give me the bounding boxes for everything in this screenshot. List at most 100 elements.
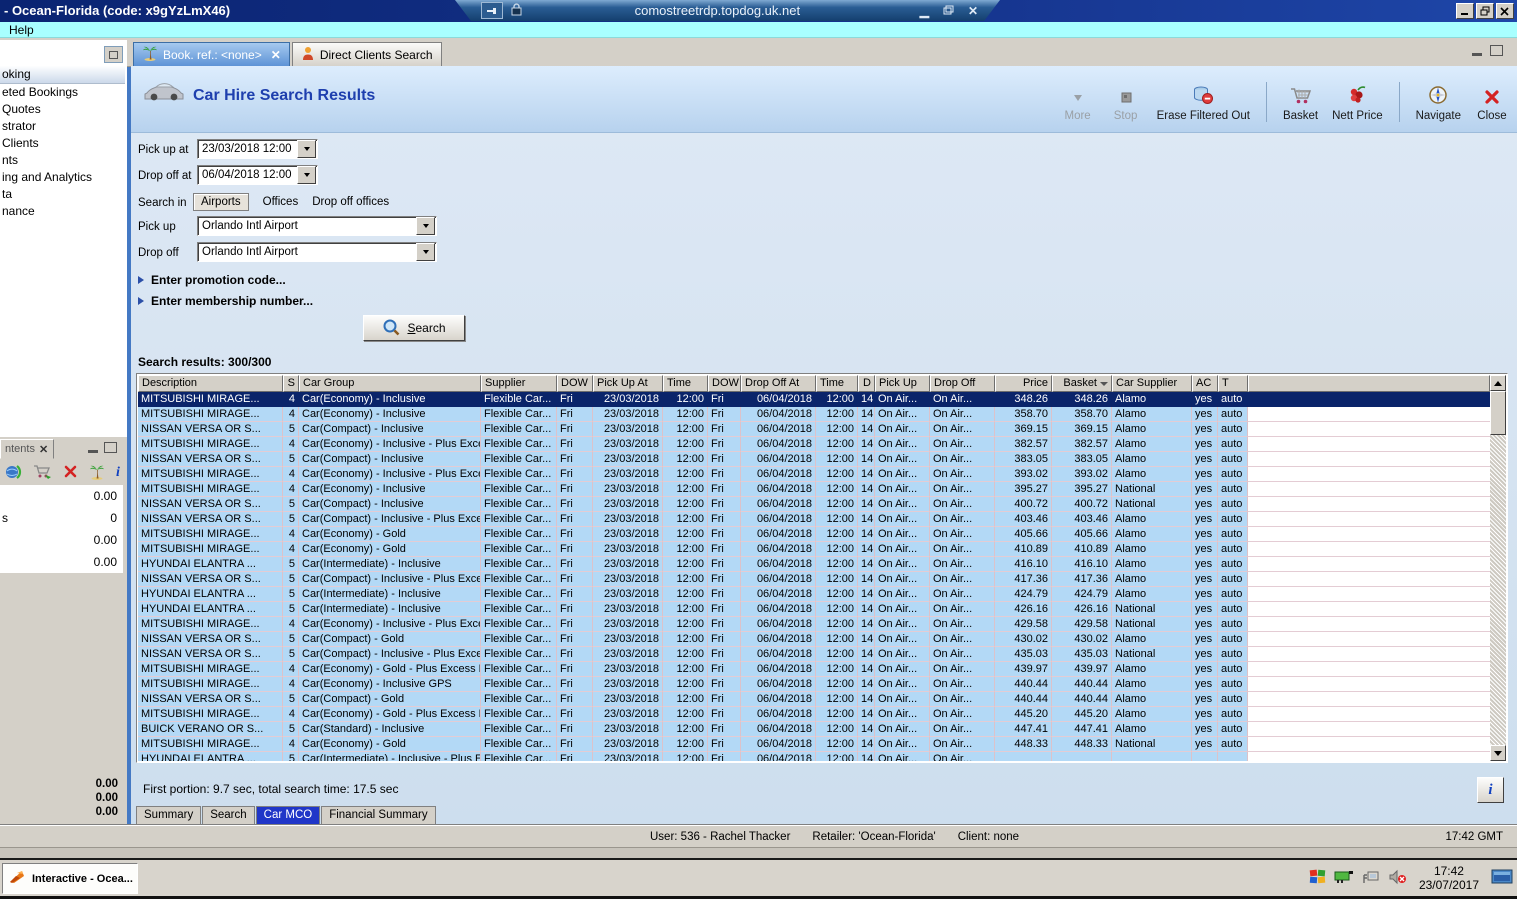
- table-row[interactable]: NISSAN VERSA OR S...5Car(Compact) - Incl…: [138, 497, 1490, 512]
- col-ac[interactable]: AC: [1192, 375, 1218, 392]
- table-row[interactable]: NISSAN VERSA OR S...5Car(Compact) - Incl…: [138, 512, 1490, 527]
- col-d[interactable]: D: [858, 375, 875, 392]
- search-in-option[interactable]: Airports: [193, 193, 249, 211]
- minimize-button[interactable]: [1456, 3, 1474, 19]
- col-supplier[interactable]: Supplier: [481, 375, 557, 392]
- col-basket[interactable]: Basket: [1052, 375, 1112, 392]
- tray-volume-muted-icon[interactable]: [1388, 869, 1407, 888]
- sidebar-item[interactable]: eted Bookings: [0, 84, 125, 101]
- footer-tab-car-mco[interactable]: Car MCO: [256, 806, 321, 824]
- drop-off-combo[interactable]: Orlando Intl Airport: [197, 242, 437, 262]
- scrollbar-thumb[interactable]: [1490, 391, 1506, 435]
- panel-maximize-icon[interactable]: [104, 442, 117, 453]
- nett-price-button[interactable]: Nett Price: [1332, 85, 1383, 122]
- drop-off-dropdown-icon[interactable]: [416, 243, 435, 261]
- col-pick-up[interactable]: Pick Up: [875, 375, 930, 392]
- panel-minimize-icon[interactable]: [88, 444, 98, 453]
- col-s[interactable]: S: [283, 375, 299, 392]
- more-button[interactable]: More: [1061, 91, 1095, 122]
- col-price[interactable]: Price: [995, 375, 1052, 392]
- table-row[interactable]: NISSAN VERSA OR S...5Car(Compact) - Incl…: [138, 422, 1490, 437]
- col-description[interactable]: Description: [138, 375, 283, 392]
- table-row[interactable]: NISSAN VERSA OR S...5Car(Compact) - Incl…: [138, 647, 1490, 662]
- sidebar-item[interactable]: nts: [0, 152, 125, 169]
- col-pick-up-at[interactable]: Pick Up At: [593, 375, 663, 392]
- navigate-button[interactable]: Navigate: [1416, 85, 1461, 122]
- sidebar-item[interactable]: ing and Analytics: [0, 169, 125, 186]
- pick-up-combo[interactable]: Orlando Intl Airport: [197, 216, 437, 236]
- table-row[interactable]: NISSAN VERSA OR S...5Car(Compact) - Incl…: [138, 572, 1490, 587]
- table-row[interactable]: MITSUBISHI MIRAGE...4Car(Economy) - Incl…: [138, 677, 1490, 692]
- footer-tab-summary[interactable]: Summary: [136, 806, 201, 824]
- erase-filtered-out-button[interactable]: Erase Filtered Out: [1157, 85, 1250, 122]
- table-row[interactable]: MITSUBISHI MIRAGE...4Car(Economy) - Gold…: [138, 737, 1490, 752]
- sidebar-item[interactable]: nance: [0, 203, 125, 220]
- vertical-scrollbar[interactable]: [1490, 375, 1506, 761]
- info-button[interactable]: i: [1477, 777, 1504, 803]
- tray-connection-icon[interactable]: [1362, 869, 1380, 888]
- menu-item-help[interactable]: Help: [9, 23, 34, 37]
- table-row[interactable]: MITSUBISHI MIRAGE...4Car(Economy) - Gold…: [138, 542, 1490, 557]
- table-row[interactable]: BUICK VERANO OR S...5Car(Standard) - Inc…: [138, 722, 1490, 737]
- delete-x-icon[interactable]: [64, 465, 78, 482]
- sidebar-item[interactable]: Clients: [0, 135, 125, 152]
- table-row[interactable]: HYUNDAI ELANTRA ...5Car(Intermediate) - …: [138, 752, 1490, 761]
- table-row[interactable]: MITSUBISHI MIRAGE...4Car(Economy) - Gold…: [138, 527, 1490, 542]
- table-row[interactable]: MITSUBISHI MIRAGE...4Car(Economy) - Incl…: [138, 392, 1490, 407]
- sidebar-collapse-button[interactable]: [104, 46, 123, 63]
- col-time[interactable]: Time: [816, 375, 858, 392]
- table-row[interactable]: HYUNDAI ELANTRA ...5Car(Intermediate) - …: [138, 557, 1490, 572]
- col-dow[interactable]: DOW: [557, 375, 593, 392]
- sidebar-item[interactable]: ta: [0, 186, 125, 203]
- table-row[interactable]: MITSUBISHI MIRAGE...4Car(Economy) - Incl…: [138, 437, 1490, 452]
- table-row[interactable]: HYUNDAI ELANTRA ...5Car(Intermediate) - …: [138, 602, 1490, 617]
- stop-button[interactable]: Stop: [1109, 91, 1143, 122]
- col-drop-off[interactable]: Drop Off: [930, 375, 995, 392]
- table-row[interactable]: MITSUBISHI MIRAGE...4Car(Economy) - Incl…: [138, 617, 1490, 632]
- search-in-option[interactable]: Offices: [263, 196, 299, 208]
- cart-add-icon[interactable]: [33, 463, 53, 483]
- sidebar-item[interactable]: strator: [0, 118, 125, 135]
- search-in-option[interactable]: Drop off offices: [312, 196, 389, 208]
- refresh-globe-icon[interactable]: [4, 463, 22, 483]
- close-button[interactable]: Close: [1475, 89, 1509, 122]
- pin-icon[interactable]: [481, 2, 503, 19]
- table-row[interactable]: HYUNDAI ELANTRA ...5Car(Intermediate) - …: [138, 587, 1490, 602]
- close-button[interactable]: [1496, 3, 1514, 19]
- table-row[interactable]: MITSUBISHI MIRAGE...4Car(Economy) - Incl…: [138, 407, 1490, 422]
- tray-app-icon[interactable]: [1309, 868, 1326, 888]
- table-row[interactable]: MITSUBISHI MIRAGE...4Car(Economy) - Incl…: [138, 467, 1490, 482]
- col-car-supplier[interactable]: Car Supplier: [1112, 375, 1192, 392]
- scroll-up-button[interactable]: [1490, 375, 1506, 391]
- basket-tab-close-icon[interactable]: ✕: [39, 443, 48, 456]
- table-row[interactable]: NISSAN VERSA OR S...5Car(Compact) - Incl…: [138, 452, 1490, 467]
- table-row[interactable]: NISSAN VERSA OR S...5Car(Compact) - Gold…: [138, 692, 1490, 707]
- show-desktop-icon[interactable]: [1491, 868, 1513, 889]
- tab-close-icon[interactable]: ✕: [271, 48, 281, 62]
- table-row[interactable]: NISSAN VERSA OR S...5Car(Compact) - Gold…: [138, 632, 1490, 647]
- col-car-group[interactable]: Car Group: [299, 375, 481, 392]
- document-tab[interactable]: Direct Clients Search: [292, 42, 442, 66]
- rdp-minimize-button[interactable]: ▁: [920, 4, 929, 18]
- mdi-minimize-icon[interactable]: [1472, 47, 1482, 56]
- promotion-code-expander[interactable]: Enter promotion code...: [138, 273, 286, 287]
- rdp-close-button[interactable]: ✕: [968, 4, 978, 18]
- col-dow[interactable]: DOW: [708, 375, 741, 392]
- footer-tab-financial-summary[interactable]: Financial Summary: [321, 806, 435, 824]
- tray-network-card-icon[interactable]: [1334, 869, 1354, 887]
- info-icon[interactable]: i: [116, 465, 120, 481]
- pick-up-at-combo[interactable]: 23/03/2018 12:00: [197, 139, 318, 159]
- document-tab[interactable]: Book. ref.: <none>✕: [133, 42, 290, 66]
- table-row[interactable]: MITSUBISHI MIRAGE...4Car(Economy) - Incl…: [138, 482, 1490, 497]
- col-t[interactable]: T: [1218, 375, 1248, 392]
- basket-contents-tab[interactable]: ntents ✕: [0, 439, 54, 459]
- sidebar-item[interactable]: oking: [0, 66, 125, 84]
- drop-off-at-combo[interactable]: 06/04/2018 12:00: [197, 165, 318, 185]
- basket-button[interactable]: Basket: [1283, 85, 1318, 122]
- restore-button[interactable]: [1476, 3, 1494, 19]
- table-row[interactable]: MITSUBISHI MIRAGE...4Car(Economy) - Gold…: [138, 662, 1490, 677]
- pick-up-dropdown-icon[interactable]: [416, 217, 435, 235]
- col-filler[interactable]: [1248, 375, 1490, 392]
- drop-off-at-dropdown-icon[interactable]: [297, 166, 316, 184]
- rdp-restore-button[interactable]: [943, 4, 954, 18]
